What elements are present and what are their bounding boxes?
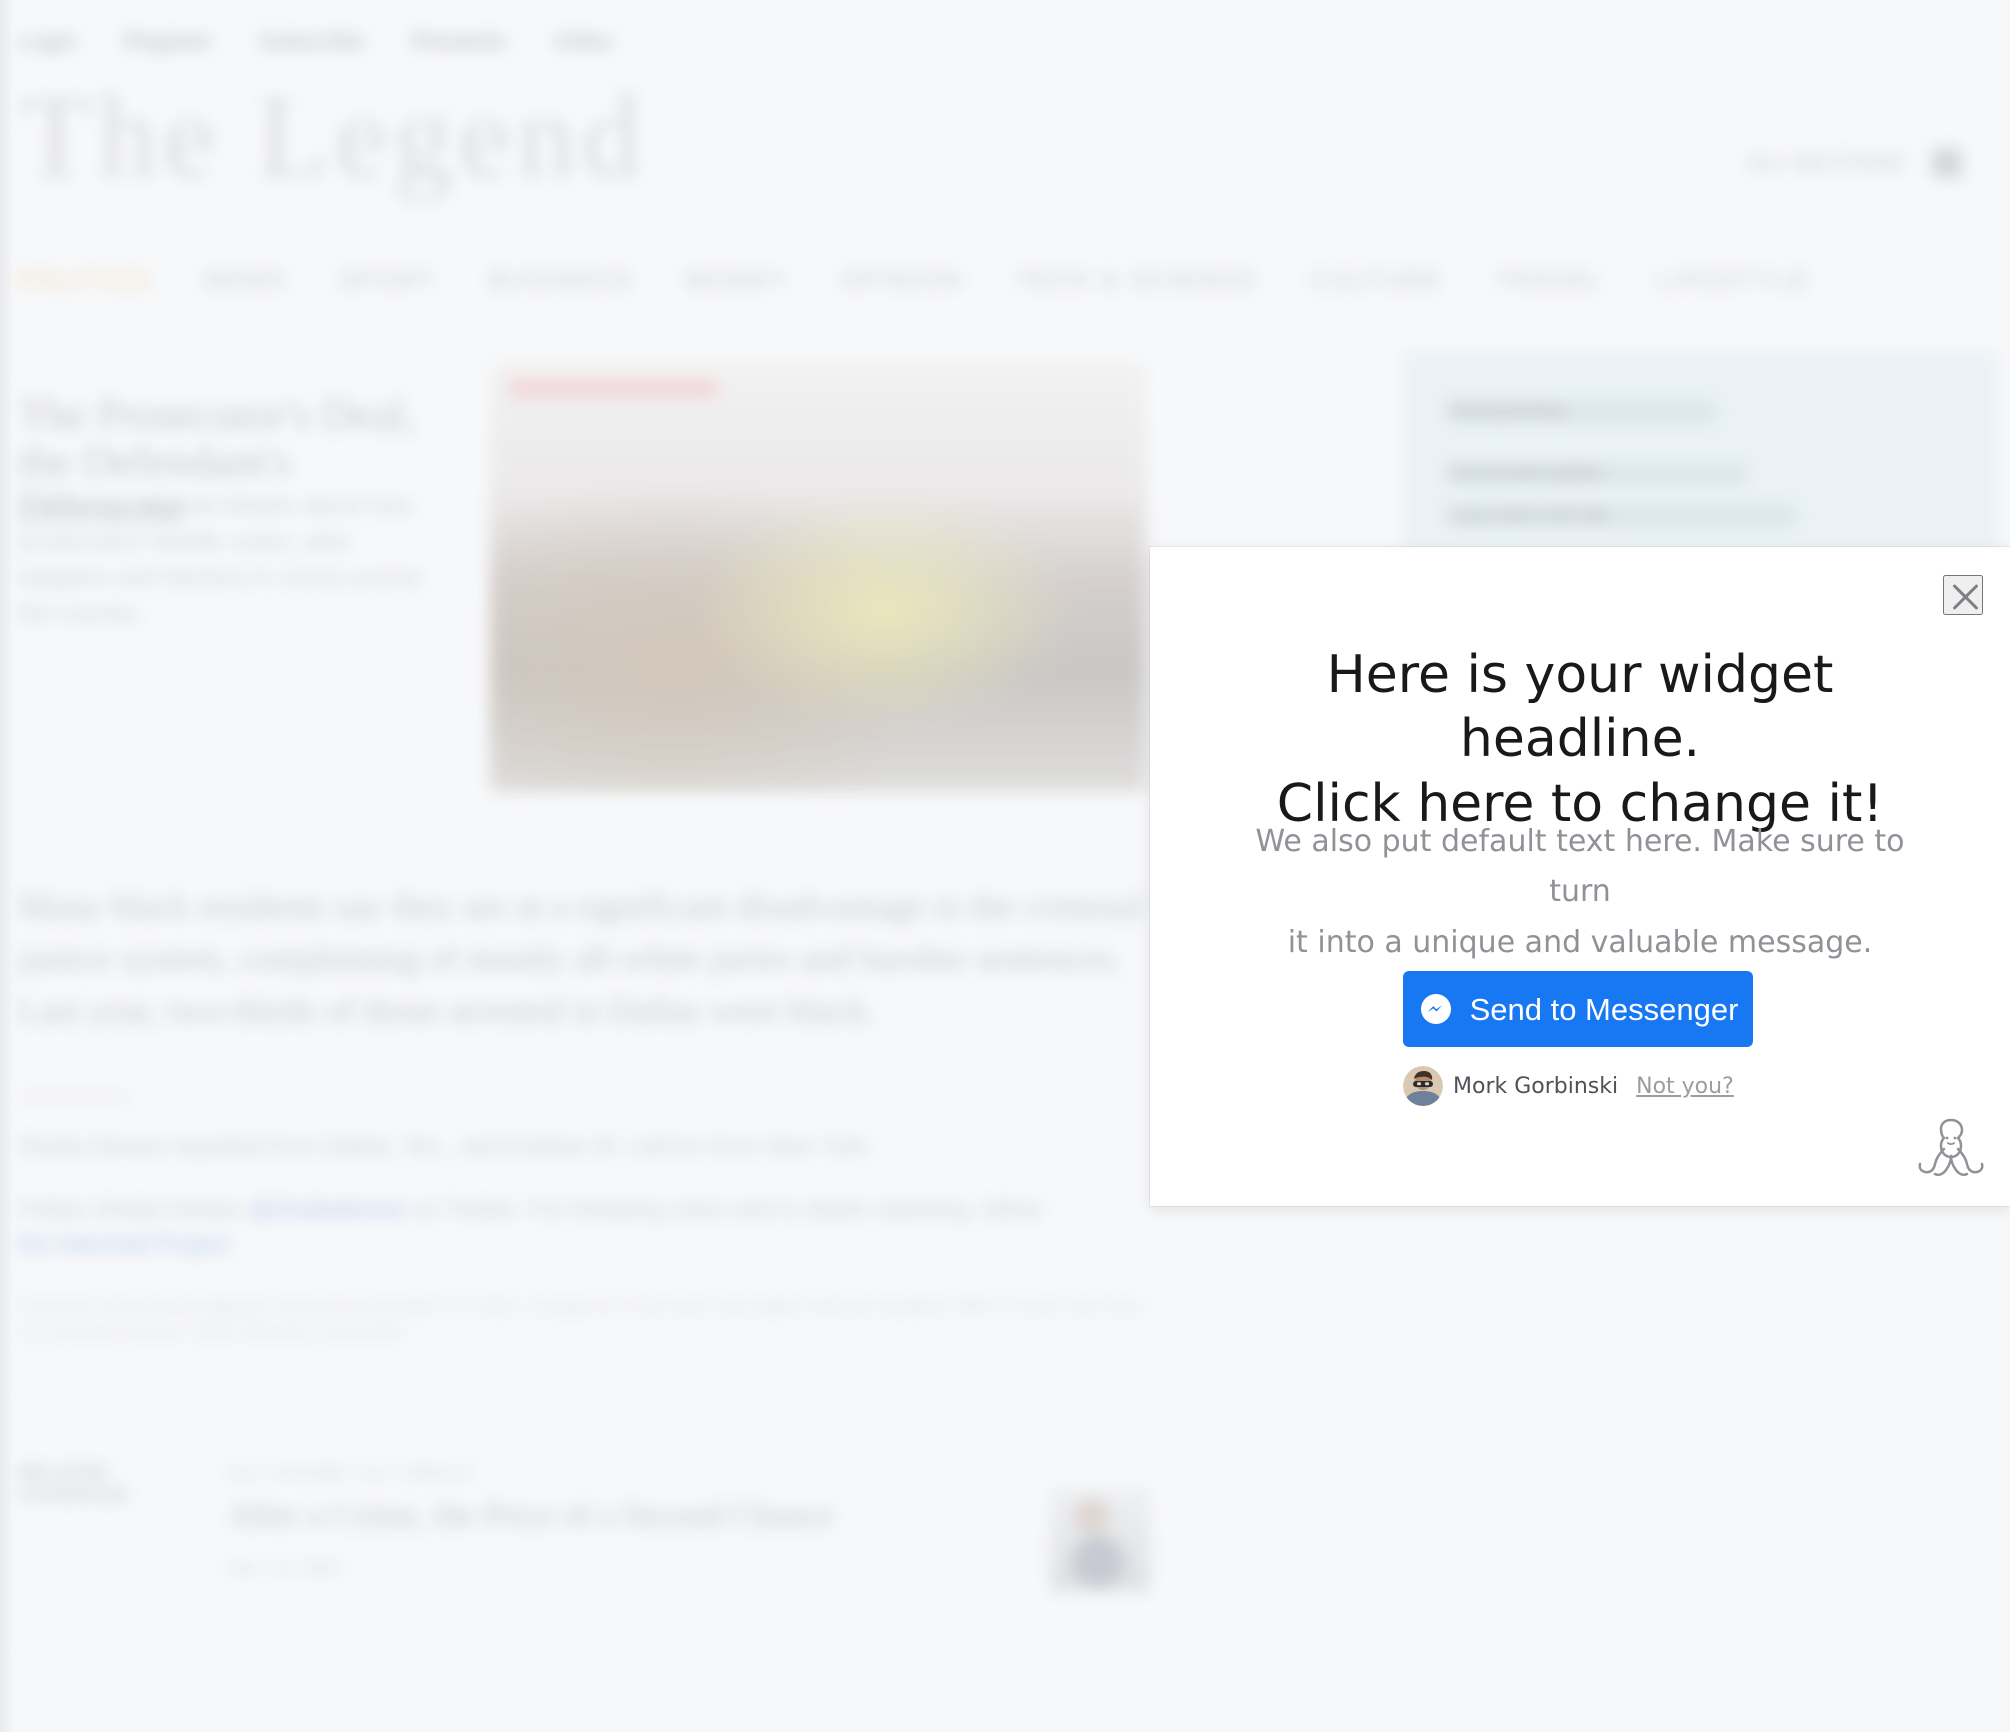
print-note: A version of this article appears in pri…	[18, 1296, 1142, 1343]
section-nav: POLITICS NEWS SPORT BUSINESS MONEY OPINI…	[18, 267, 1811, 295]
hero-image[interactable]	[490, 362, 1146, 792]
nav-travel[interactable]: TRAVEL	[1495, 267, 1605, 295]
hero-dek: A growing national debate about how pros…	[18, 492, 423, 627]
all-sections-link[interactable]: ALL SECTIONS	[1747, 150, 1904, 176]
byline: Shaila Dewan reported from Dallas, Tex.,…	[18, 1133, 873, 1160]
promo-line: Morning Briefing	[1448, 402, 1718, 422]
follow-suffix: on Twitter. For breaking news and in-dep…	[406, 1196, 1043, 1223]
related-kicker: ALL SOUND, ALL ANGLE	[228, 1463, 475, 1483]
related-coverage-label: RELATED COVERAGE	[18, 1463, 130, 1505]
user-row: Mork Gorbinski Not you?	[1403, 1065, 1734, 1107]
promo-line: in your inbox each day	[1448, 506, 1798, 526]
widget-body-line: We also put default text here. Make sure…	[1255, 824, 1905, 910]
divider	[18, 1096, 130, 1099]
related-coverage: RELATED COVERAGE ALL SOUND, ALL ANGLE Af…	[18, 1463, 1150, 1603]
nav-money[interactable]: MONEY	[686, 267, 789, 295]
related-title-link[interactable]: After a Crime, the Price of a Second Cha…	[228, 1497, 833, 1535]
page: Login Register Subscribe Rewards Video T…	[0, 0, 2010, 1732]
twitter-handle-link[interactable]: @shailadewan	[249, 1196, 407, 1223]
widget-body-line: it into a unique and valuable message.	[1287, 924, 1873, 960]
top-link-rewards[interactable]: Rewards	[411, 28, 506, 56]
nav-sport[interactable]: SPORT	[339, 267, 436, 295]
close-icon[interactable]	[1943, 575, 1983, 615]
menu-icon[interactable]	[1932, 148, 1962, 178]
send-to-messenger-button[interactable]: Send to Messenger	[1403, 971, 1753, 1047]
top-link-login[interactable]: Login	[18, 28, 77, 56]
related-thumbnail[interactable]	[1050, 1487, 1150, 1591]
top-link-register[interactable]: Register	[123, 28, 212, 56]
octopus-icon	[1918, 1118, 1984, 1177]
nav-business[interactable]: BUSINESS	[489, 267, 634, 295]
widget-headline[interactable]: Here is your widget headline. Click here…	[1230, 643, 1930, 836]
masthead-right: ALL SECTIONS	[1747, 148, 1962, 178]
promo-line: Get essential updates	[1448, 464, 1748, 484]
widget-body: We also put default text here. Make sure…	[1242, 817, 1918, 968]
not-you-link[interactable]: Not you?	[1636, 1074, 1734, 1099]
top-link-video[interactable]: Video	[552, 28, 613, 56]
follow-link[interactable]: the Marshall Project	[18, 1231, 230, 1258]
user-name: Mork Gorbinski	[1453, 1073, 1619, 1099]
nav-opinion[interactable]: OPINION	[841, 267, 963, 295]
widget-headline-line: Here is your widget headline.	[1326, 645, 1834, 770]
nav-news[interactable]: NEWS	[203, 267, 287, 295]
follow-line: Follow Shaila Dewan @shailadewan on Twit…	[18, 1193, 1148, 1263]
article-paragraph: Many black residents say they are at a s…	[18, 886, 1144, 1031]
top-link-subscribe[interactable]: Subscribe	[258, 28, 365, 56]
follow-prefix: Follow Shaila Dewan	[18, 1196, 249, 1223]
messenger-widget[interactable]: Here is your widget headline. Click here…	[1150, 547, 2010, 1206]
send-to-messenger-label: Send to Messenger	[1469, 991, 1739, 1027]
top-links: Login Register Subscribe Rewards Video	[18, 28, 613, 56]
nav-politics[interactable]: POLITICS	[18, 267, 151, 295]
promo-card[interactable]: Morning Briefing Get essential updates i…	[1402, 350, 1998, 574]
nav-tech-science[interactable]: TECH & SCIENCE	[1015, 267, 1258, 295]
related-date: Dec. 12, 2016	[228, 1558, 341, 1578]
messenger-icon	[1420, 994, 1451, 1024]
masthead-logo[interactable]: The Legend	[20, 78, 647, 196]
nav-culture[interactable]: CULTURE	[1311, 267, 1444, 295]
nav-lifestyle[interactable]: LIFESTYLE	[1657, 267, 1811, 295]
avatar	[1403, 1066, 1443, 1106]
